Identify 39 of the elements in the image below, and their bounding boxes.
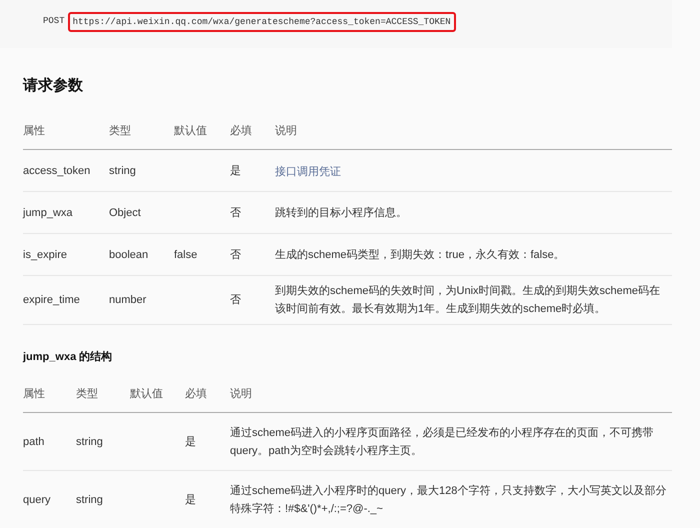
table-cell-text: string	[76, 434, 104, 450]
table-cell-text: 否	[230, 206, 242, 220]
table-cell-text: expire_time	[23, 293, 81, 308]
column-header: 默认值	[174, 125, 207, 137]
table-cell-text: Object	[109, 206, 142, 220]
column-header: 类型	[76, 388, 98, 400]
column-header: 默认值	[130, 388, 163, 400]
table-cell-text: string	[109, 164, 137, 178]
table-cell-text: 跳转到的目标小程序信息。	[275, 206, 408, 220]
table-cell-text: 是	[185, 434, 197, 450]
description-link[interactable]: 接口调用凭证	[275, 166, 341, 178]
column-header: 属性	[23, 125, 45, 137]
http-method: POST	[43, 15, 65, 28]
table-cell-text: is_expire	[23, 248, 68, 262]
request-url: https://api.weixin.qq.com/wxa/generatescheme?access_token=ACCESS_TOKEN	[68, 12, 456, 32]
column-header: 必填	[185, 388, 207, 400]
table-cell-text: 通过scheme码进入小程序时的query，最大128个字符，只支持数字，大小写英文以及部分特殊字符：!#$&'()*+,/:;=?@-._~	[230, 484, 668, 516]
table-cell-text: 否	[230, 248, 242, 262]
table-cell-text: query	[23, 492, 52, 508]
column-header: 必填	[230, 125, 252, 137]
table-cell-text: 是	[185, 492, 197, 508]
table-cell-text: 通过scheme码进入的小程序页面路径，必须是已经发布的小程序存在的页面，不可携带query。path为空时会跳转小程序主页。	[230, 426, 655, 458]
column-header: 类型	[109, 125, 131, 137]
column-header: 说明	[230, 388, 252, 400]
table-cell-text: number	[109, 293, 148, 308]
table-cell-text: string	[76, 492, 104, 508]
column-header: 说明	[275, 125, 297, 137]
table-cell-text: path	[23, 434, 46, 450]
table-cell-text: 是	[230, 164, 242, 178]
table-cell-text: boolean	[109, 248, 150, 262]
section-heading: 请求参数	[23, 76, 84, 96]
table-cell-text: jump_wxa	[23, 206, 74, 220]
table-cell-text: 到期失效的scheme码的失效时间，为Unix时间戳。生成的到期失效scheme码在该时间前有效。最长有效期为1年。生成到期失效的scheme时必填。	[275, 284, 662, 317]
table-cell-text: 否	[230, 293, 242, 308]
table-cell-text: false	[174, 248, 198, 262]
table-cell-text: access_token	[23, 164, 92, 178]
column-header: 属性	[23, 388, 45, 400]
section-heading: jump_wxa 的结构	[23, 350, 114, 365]
table-cell-text: 生成的scheme码类型，到期失效：true，永久有效：false。	[275, 248, 566, 262]
